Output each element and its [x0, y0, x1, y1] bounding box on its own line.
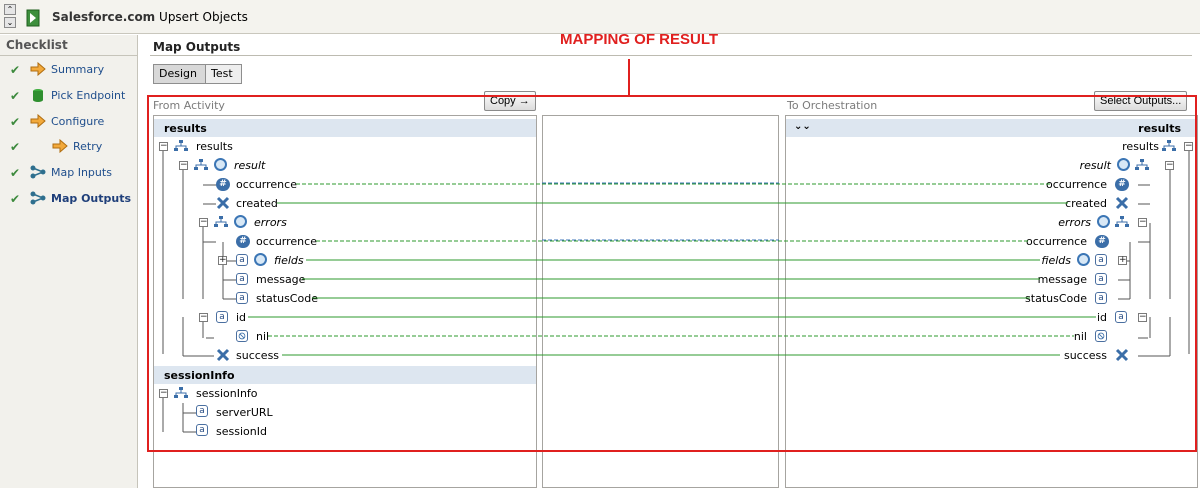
- collapse-up-icon[interactable]: ⌃: [4, 4, 16, 15]
- checklist-label: Retry: [73, 140, 103, 153]
- checklist-label: Map Inputs: [51, 166, 112, 179]
- checklist-label: Map Outputs: [51, 192, 132, 205]
- mapping-icon: [30, 191, 46, 205]
- annotation-highlight-box: [147, 95, 1197, 452]
- arrow-right-icon: [30, 114, 46, 128]
- check-icon: ✔: [10, 89, 21, 103]
- check-icon: ✔: [10, 115, 21, 129]
- tab-test[interactable]: Test: [205, 65, 241, 83]
- annotation-label: MAPPING OF RESULT: [560, 31, 719, 48]
- mapping-icon: [30, 165, 46, 179]
- salesforce-app-icon: [26, 9, 40, 27]
- arrow-right-icon: [30, 62, 46, 76]
- operation-name: Upsert Objects: [159, 10, 248, 24]
- annotation-pointer: [628, 59, 630, 95]
- checklist-item-summary[interactable]: ✔ Summary: [0, 60, 137, 80]
- check-icon: ✔: [10, 192, 21, 206]
- checklist-sidebar: Checklist ✔ Summary ✔ Pick Endpoint ✔ Co…: [0, 35, 138, 488]
- checklist-label: Summary: [51, 63, 105, 76]
- checklist-label: Configure: [51, 115, 105, 128]
- database-icon: [33, 89, 43, 102]
- checklist-item-map-outputs[interactable]: ✔ Map Outputs: [0, 189, 137, 209]
- tab-design[interactable]: Design: [154, 65, 206, 83]
- brand-name: Salesforce.com: [52, 10, 156, 24]
- view-tabs: Design Test: [153, 64, 242, 84]
- title-bar: ⌃ ⌄ Salesforce.com Upsert Objects: [0, 0, 1200, 34]
- check-icon: ✔: [10, 63, 21, 77]
- collapse-down-icon[interactable]: ⌄: [4, 17, 16, 28]
- checklist-title: Checklist: [6, 38, 68, 52]
- check-icon: ✔: [10, 140, 21, 154]
- divider: [150, 55, 1192, 56]
- divider: [0, 55, 137, 56]
- arrow-right-icon: [52, 139, 68, 153]
- checklist-item-pick-endpoint[interactable]: ✔ Pick Endpoint: [0, 86, 137, 106]
- page-title: Map Outputs: [153, 40, 241, 54]
- checklist-item-configure[interactable]: ✔ Configure: [0, 112, 137, 132]
- checklist-label: Pick Endpoint: [51, 89, 126, 102]
- checklist-item-retry[interactable]: ✔ Retry: [0, 137, 137, 157]
- window-title: Salesforce.com Upsert Objects: [52, 10, 248, 24]
- checklist-item-map-inputs[interactable]: ✔ Map Inputs: [0, 163, 137, 183]
- check-icon: ✔: [10, 166, 21, 180]
